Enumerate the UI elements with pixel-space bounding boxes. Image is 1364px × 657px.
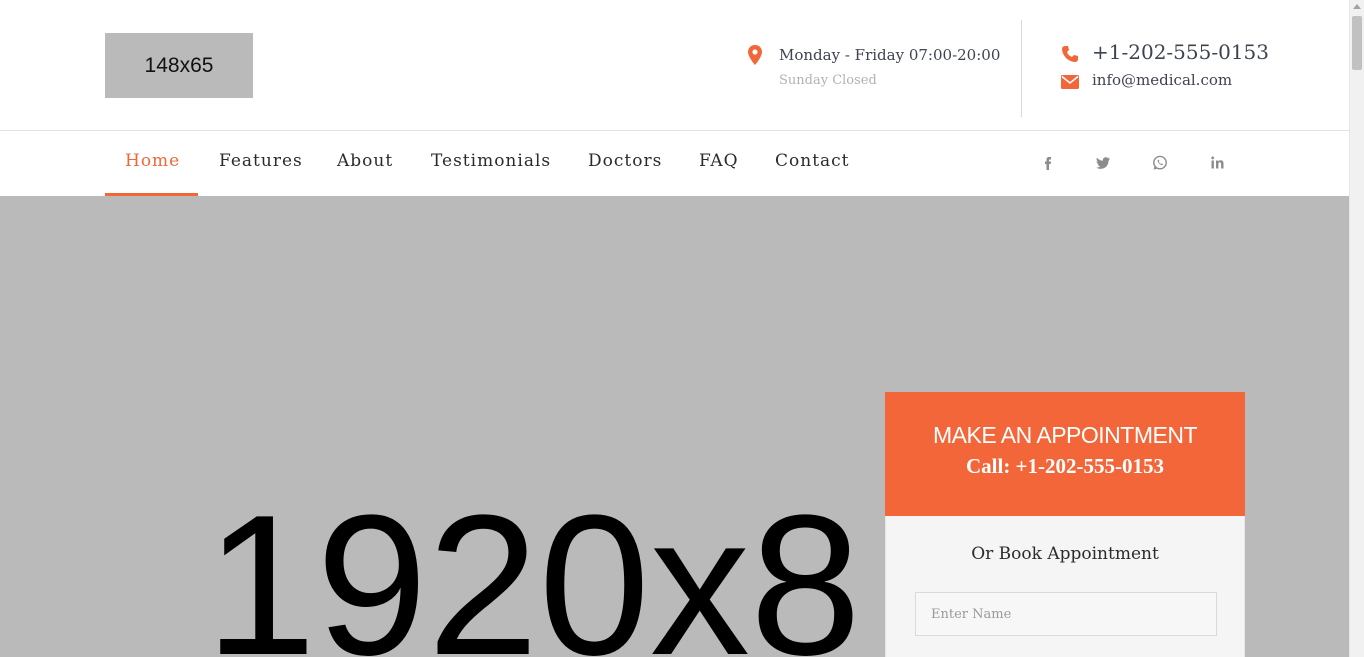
email-address[interactable]: info@medical.com: [1092, 71, 1232, 89]
logo-text: 148x65: [144, 53, 214, 77]
facebook-icon[interactable]: [1039, 154, 1057, 172]
hero-placeholder-text: 1920x8: [205, 474, 862, 657]
envelope-icon: [1061, 75, 1079, 89]
nav-item-features[interactable]: Features: [219, 132, 303, 196]
scroll-up-arrow-icon[interactable]: [1353, 4, 1361, 9]
nav-item-doctors[interactable]: Doctors: [588, 132, 662, 196]
whatsapp-icon[interactable]: [1151, 154, 1169, 172]
nav-item-contact[interactable]: Contact: [775, 132, 850, 196]
page: 148x65 Monday - Friday 07:00-20:00 Sunda…: [0, 0, 1364, 657]
appointment-title: MAKE AN APPOINTMENT: [933, 422, 1198, 448]
scroll-thumb[interactable]: [1352, 16, 1362, 70]
nav-item-faq[interactable]: FAQ: [699, 132, 739, 196]
hours-sub: Sunday Closed: [779, 73, 877, 88]
top-header: 148x65 Monday - Friday 07:00-20:00 Sunda…: [0, 0, 1349, 131]
phone-icon: [1062, 46, 1078, 62]
main-nav: Home Features About Testimonials Doctors…: [0, 132, 1349, 196]
appointment-call[interactable]: Call: +1-202-555-0153: [885, 454, 1245, 479]
appointment-subtitle: Or Book Appointment: [971, 544, 1159, 564]
header-divider: [1021, 20, 1022, 117]
name-input[interactable]: [915, 592, 1217, 636]
nav-item-home[interactable]: Home: [125, 132, 180, 196]
appointment-card: MAKE AN APPOINTMENT Call: +1-202-555-015…: [885, 392, 1245, 657]
appointment-header: MAKE AN APPOINTMENT Call: +1-202-555-015…: [885, 392, 1245, 516]
linkedin-icon[interactable]: [1209, 154, 1227, 172]
map-pin-icon: [748, 45, 762, 65]
nav-item-testimonials[interactable]: Testimonials: [431, 132, 551, 196]
appointment-form: Or Book Appointment: [885, 516, 1245, 657]
logo[interactable]: 148x65: [105, 33, 253, 98]
hours-main: Monday - Friday 07:00-20:00: [779, 46, 1001, 64]
nav-item-about[interactable]: About: [337, 132, 393, 196]
phone-number[interactable]: +1-202-555-0153: [1092, 40, 1269, 64]
twitter-icon[interactable]: [1094, 154, 1112, 172]
vertical-scrollbar[interactable]: [1349, 0, 1364, 657]
